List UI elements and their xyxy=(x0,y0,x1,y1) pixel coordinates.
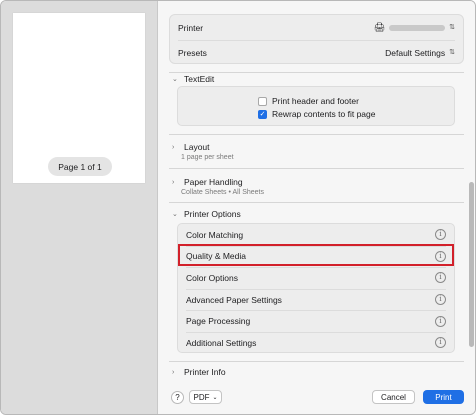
info-icon[interactable]: i xyxy=(435,229,446,241)
chevron-updown-icon: ⇅ xyxy=(449,49,455,56)
chevron-right-icon: › xyxy=(172,178,175,186)
option-additional-settings[interactable]: Additional Settings i xyxy=(178,332,454,354)
printer-name-redacted xyxy=(389,24,446,31)
paper-handling-summary: Collate Sheets • All Sheets xyxy=(181,189,264,196)
section-title: Paper Handling xyxy=(184,177,243,187)
layout-summary: 1 page per sheet xyxy=(181,154,234,161)
printer-icon: 🖨 xyxy=(373,22,386,32)
textedit-options-box: Print header and footer ✓ Rewrap content… xyxy=(177,86,455,126)
option-label: Additional Settings xyxy=(186,337,257,348)
checkbox-unchecked[interactable] xyxy=(258,96,267,106)
page-indicator: Page 1 of 1 xyxy=(48,157,112,176)
preview-pane: Page 1 of 1 xyxy=(1,1,158,414)
section-title: TextEdit xyxy=(184,74,215,84)
chevron-updown-icon: ⇅ xyxy=(449,24,455,31)
checkbox-label: Print header and footer xyxy=(272,96,359,106)
option-label: Color Options xyxy=(186,272,238,283)
chevron-right-icon: › xyxy=(172,368,175,376)
presets-value: Default Settings xyxy=(385,47,446,58)
section-printer-info[interactable]: › Printer Info xyxy=(172,367,226,377)
divider xyxy=(169,72,464,73)
chevron-down-icon: ⌄ xyxy=(172,211,178,218)
section-layout[interactable]: › Layout xyxy=(172,142,210,152)
info-icon[interactable]: i xyxy=(435,294,446,306)
section-printer-options[interactable]: ⌄ Printer Options xyxy=(172,209,241,219)
section-title: Printer Options xyxy=(184,209,241,219)
section-title: Layout xyxy=(184,142,210,152)
divider xyxy=(169,202,464,203)
checkmark-icon[interactable]: ✓ xyxy=(258,109,267,119)
pdf-menu-button[interactable]: PDF ⌄ xyxy=(189,390,222,404)
highlight-frame xyxy=(178,244,454,266)
chevron-down-icon: ⌄ xyxy=(172,76,178,83)
pdf-label: PDF xyxy=(193,392,210,402)
info-icon[interactable]: i xyxy=(435,337,446,349)
chevron-right-icon: › xyxy=(172,143,175,151)
cancel-button[interactable]: Cancel xyxy=(372,390,415,404)
settings-pane: Printer 🖨 ⇅ Presets Default Settings ⇅ ⌄… xyxy=(158,1,475,414)
section-textedit[interactable]: ⌄ TextEdit xyxy=(172,74,214,84)
printer-options-list: Color Matching i Quality & Media i Color… xyxy=(177,223,455,353)
option-label: Page Processing xyxy=(186,316,251,327)
option-advanced-paper-settings[interactable]: Advanced Paper Settings i xyxy=(178,289,454,311)
print-header-footer-checkbox[interactable]: Print header and footer xyxy=(258,96,359,106)
printer-presets-box: Printer 🖨 ⇅ Presets Default Settings ⇅ xyxy=(169,14,464,64)
option-page-processing[interactable]: Page Processing i xyxy=(178,310,454,332)
presets-row[interactable]: Presets Default Settings ⇅ xyxy=(170,40,463,65)
checkbox-label: Rewrap contents to fit page xyxy=(272,109,376,119)
option-color-options[interactable]: Color Options i xyxy=(178,267,454,289)
divider xyxy=(169,361,464,362)
presets-label: Presets xyxy=(178,47,207,58)
info-icon[interactable]: i xyxy=(435,315,446,327)
option-label: Color Matching xyxy=(186,229,244,240)
chevron-down-icon: ⌄ xyxy=(212,394,218,401)
section-paper-handling[interactable]: › Paper Handling xyxy=(172,177,243,187)
rewrap-contents-checkbox[interactable]: ✓ Rewrap contents to fit page xyxy=(258,109,375,119)
option-color-matching[interactable]: Color Matching i xyxy=(178,224,454,246)
print-dialog: Page 1 of 1 Printer 🖨 ⇅ Presets Default … xyxy=(0,0,476,415)
printer-label: Printer xyxy=(178,22,204,33)
info-icon[interactable]: i xyxy=(435,272,446,284)
divider xyxy=(169,134,464,135)
scrollbar[interactable] xyxy=(469,182,474,347)
divider xyxy=(169,168,464,169)
option-label: Advanced Paper Settings xyxy=(186,294,282,305)
printer-row[interactable]: Printer 🖨 ⇅ xyxy=(170,15,463,40)
print-button[interactable]: Print xyxy=(423,390,464,404)
help-button[interactable]: ? xyxy=(171,391,184,404)
section-title: Printer Info xyxy=(184,367,226,377)
